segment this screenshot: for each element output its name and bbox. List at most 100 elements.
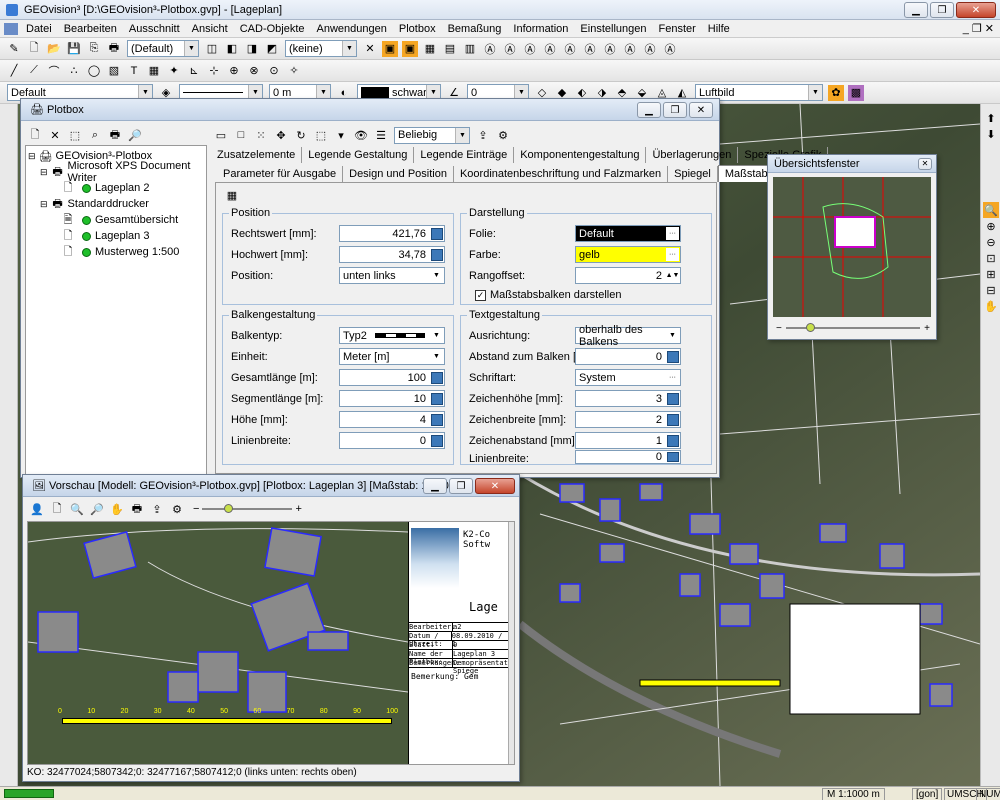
slider-thumb[interactable] <box>224 504 234 513</box>
farbe-input[interactable]: gelb ··· <box>575 246 681 263</box>
tab-legende-gestaltung[interactable]: Legende Gestaltung <box>302 147 415 163</box>
tab-design[interactable]: Design und Position <box>343 166 454 182</box>
tab-zusatzelemente[interactable]: Zusatzelemente <box>211 147 303 163</box>
abstand-input[interactable]: 0 <box>575 348 681 365</box>
a-tool-icon-4[interactable]: Ⓐ <box>542 41 558 57</box>
plotbox-maximize-button[interactable]: ❐ <box>663 102 687 118</box>
draw-arc-icon[interactable]: ⌒ <box>46 63 62 79</box>
zoom-in-icon[interactable]: 🔍 <box>69 501 85 517</box>
menu-information[interactable]: Information <box>507 23 574 35</box>
a-tool-icon[interactable]: Ⓐ <box>482 41 498 57</box>
input-calc-icon[interactable] <box>431 393 443 405</box>
draw-table-icon[interactable]: ▦ <box>146 63 162 79</box>
a-tool-icon-6[interactable]: Ⓐ <box>582 41 598 57</box>
export-icon[interactable]: ⇪ <box>149 501 165 517</box>
layer-tool-icon[interactable]: ◫ <box>204 41 220 57</box>
select-rect-icon[interactable]: ▣ <box>382 40 398 57</box>
rechtswert-input[interactable]: 421,76 <box>339 225 445 242</box>
copy-icon[interactable]: ⎘ <box>86 41 102 57</box>
minimize-button[interactable]: ▁ <box>904 2 928 18</box>
tab-komponentengestaltung[interactable]: Komponentengestaltung <box>514 147 647 163</box>
menu-hilfe[interactable]: Hilfe <box>702 23 736 35</box>
menu-datei[interactable]: Datei <box>20 23 58 35</box>
cross-icon[interactable]: ✕ <box>362 41 378 57</box>
input-calc-icon[interactable] <box>431 414 443 426</box>
zoom-window-icon[interactable]: ⊡ <box>983 250 999 266</box>
a-tool-icon-9[interactable]: Ⓐ <box>642 41 658 57</box>
tab-parameter[interactable]: Parameter für Ausgabe <box>217 166 344 182</box>
tree-item-lageplan3[interactable]: 🗋 Lageplan 3 <box>28 228 204 244</box>
draw-text-icon[interactable]: T <box>126 63 142 79</box>
zoom-in-icon[interactable]: ⊕ <box>983 218 999 234</box>
zoom-all-icon[interactable]: ⊞ <box>983 266 999 282</box>
tab-legende-eintraege[interactable]: Legende Einträge <box>414 147 515 163</box>
open-folder-icon[interactable]: 📂 <box>46 41 62 57</box>
a-tool-icon-5[interactable]: Ⓐ <box>562 41 578 57</box>
zoom-icon[interactable]: 🔍 <box>983 202 999 218</box>
einheit-select[interactable]: Meter [m] ▼ <box>339 348 445 365</box>
massstabsbalken-checkbox[interactable]: ✓ Maßstabsbalken darstellen <box>475 289 621 301</box>
preview-icon[interactable]: 🔎 <box>127 127 143 143</box>
input-calc-icon[interactable] <box>667 414 679 426</box>
arrow-up-icon[interactable]: ⬆ <box>983 110 999 126</box>
tree-item-gesamtuebersicht[interactable]: 🗎 Gesamtübersicht <box>28 212 204 228</box>
grid-select-icon[interactable]: ⁙ <box>253 127 269 143</box>
layer-combo[interactable]: (keine) ▼ <box>285 40 357 57</box>
mode-combo[interactable]: Beliebig ▼ <box>394 126 470 144</box>
arrow-down-icon[interactable]: ⬇ <box>983 126 999 142</box>
measure-icon[interactable]: ⊾ <box>186 63 202 79</box>
input-calc-icon[interactable] <box>431 249 443 261</box>
image-tool-icon-2[interactable]: ▩ <box>848 84 864 101</box>
image-tool-icon[interactable]: ✿ <box>828 84 844 101</box>
frame-icon[interactable]: ▭ <box>213 127 229 143</box>
find-icon[interactable]: ⌕ <box>87 127 103 143</box>
print-plot-icon[interactable]: 🖶 <box>107 127 123 143</box>
draw-symbol-icon[interactable]: ✦ <box>166 63 182 79</box>
menu-fenster[interactable]: Fenster <box>652 23 701 35</box>
rangoffset-spinner[interactable]: 2 ▲▼ <box>575 267 681 284</box>
print-icon[interactable]: 🖶 <box>129 501 145 517</box>
zoom-plus-icon[interactable]: + <box>924 323 930 334</box>
input-calc-icon[interactable] <box>667 393 679 405</box>
zeichenhoehe-input[interactable]: 3 <box>575 390 681 407</box>
hochwert-input[interactable]: 34,78 <box>339 246 445 263</box>
more-icon[interactable]: ··· <box>666 371 679 384</box>
snap-icon-3[interactable]: ⊗ <box>246 63 262 79</box>
rotate-icon[interactable]: ↻ <box>293 127 309 143</box>
pan-hand-icon[interactable]: ✋ <box>109 501 125 517</box>
zoom-minus-icon[interactable]: − <box>193 503 199 515</box>
print-icon[interactable]: 🖶 <box>106 41 122 57</box>
zoom-out-icon[interactable]: 🔎 <box>89 501 105 517</box>
tab-ueberlagerungen[interactable]: Überlagerungen <box>646 147 739 163</box>
input-calc-icon[interactable] <box>667 452 679 462</box>
tree-printer-xps[interactable]: ⊟ 🖶 Microsoft XPS Document Writer <box>28 160 204 184</box>
a-tool-icon-7[interactable]: Ⓐ <box>602 41 618 57</box>
preview-scrollbar[interactable] <box>508 522 514 764</box>
zoom-minus-icon[interactable]: − <box>776 323 782 334</box>
select-poly-icon[interactable]: ▣ <box>402 40 418 57</box>
draw-circle-icon[interactable]: ◯ <box>86 63 102 79</box>
frame-empty-icon[interactable]: □ <box>233 127 249 143</box>
folie-input[interactable]: Default ··· <box>575 225 681 242</box>
overview-close-button[interactable]: ✕ <box>918 157 932 170</box>
input-calc-icon[interactable] <box>431 228 443 240</box>
overview-zoom-slider[interactable]: − + <box>776 321 930 335</box>
menu-bearbeiten[interactable]: Bearbeiten <box>58 23 123 35</box>
close-button[interactable]: ✕ <box>956 2 996 18</box>
schriftart-input[interactable]: System ··· <box>575 369 681 386</box>
draw-hatch-icon[interactable]: ▧ <box>106 63 122 79</box>
preview-minimize-button[interactable]: ▁ <box>423 478 447 494</box>
grid-icon[interactable]: ▦ <box>422 41 438 57</box>
style-combo[interactable]: (Default) ▼ <box>127 40 199 57</box>
zoom-out-icon[interactable]: ⊖ <box>983 234 999 250</box>
segmentlaenge-input[interactable]: 10 <box>339 390 445 407</box>
input-calc-icon[interactable] <box>667 435 679 447</box>
spinner-icon[interactable]: ▲▼ <box>666 269 680 282</box>
ausrichtung-select[interactable]: oberhalb des Balkens ▼ <box>575 324 681 348</box>
menu-einstellungen[interactable]: Einstellungen <box>574 23 652 35</box>
balkentyp-select[interactable]: Typ2 ▼ <box>339 327 445 344</box>
document-icon[interactable] <box>4 22 18 35</box>
export-icon[interactable]: ⇪ <box>475 127 491 143</box>
menu-bemassung[interactable]: Bemaßung <box>442 23 508 35</box>
input-calc-icon[interactable] <box>431 372 443 384</box>
